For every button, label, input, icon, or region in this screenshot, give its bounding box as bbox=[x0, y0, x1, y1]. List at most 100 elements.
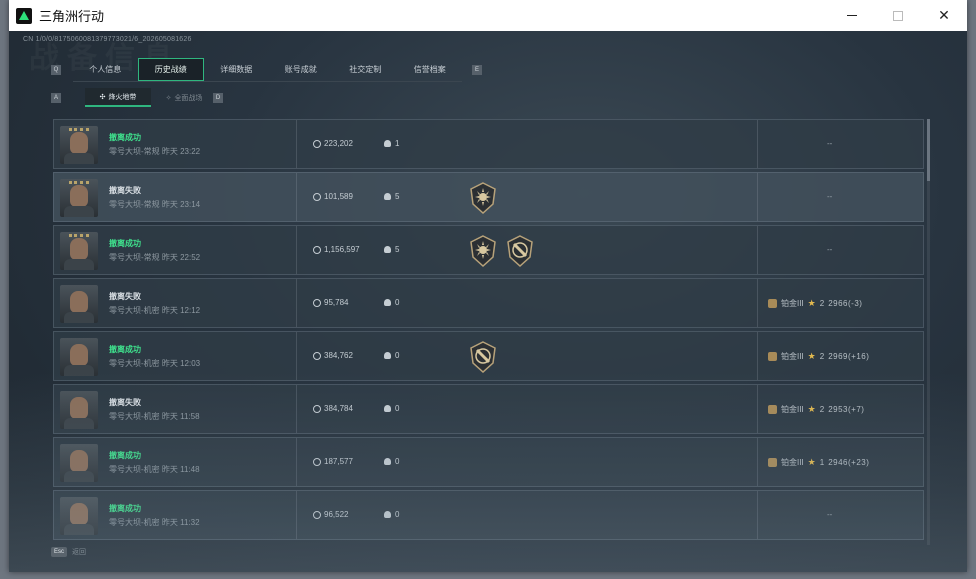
rank-info: 铂金III ★ 2 2969(+16) bbox=[768, 351, 869, 362]
operator-avatar bbox=[60, 179, 98, 217]
kill-count: 0 bbox=[384, 351, 399, 360]
map-and-time: 零号大坝-机密 昨天 11:48 bbox=[109, 465, 200, 474]
tab-5[interactable]: 社交定制 bbox=[333, 58, 398, 81]
rank-score: 2969(+16) bbox=[828, 352, 870, 361]
coin-icon bbox=[313, 192, 321, 201]
avatar-body bbox=[64, 153, 94, 164]
esc-key-hint: Esc bbox=[51, 547, 68, 557]
match-row[interactable]: 撤离成功 零号大坝-常规 昨天 23:22 223,202 1 -- bbox=[53, 119, 924, 169]
rank-score: 2953(+7) bbox=[828, 405, 865, 414]
loot-value-text: 95,784 bbox=[324, 298, 349, 307]
tab-6[interactable]: 信誉档案 bbox=[398, 58, 463, 81]
close-button[interactable]: ✕ bbox=[921, 0, 967, 31]
rank-score: 2946(+23) bbox=[828, 458, 870, 467]
match-row[interactable]: 撤离失败 零号大坝-机密 昨天 12:12 95,784 0 铂金III ★ 2 2966(-… bbox=[53, 278, 924, 328]
rank-tier-icon bbox=[768, 458, 777, 467]
map-and-time: 零号大坝-机密 昨天 12:03 bbox=[109, 359, 201, 368]
column-divider bbox=[296, 491, 297, 539]
column-divider bbox=[757, 438, 758, 486]
close-icon: ✕ bbox=[938, 7, 950, 23]
match-row[interactable]: 撤离成功 零号大坝-机密 昨天 12:03 384,762 0 铂金III ★ 2 2969(… bbox=[53, 331, 924, 381]
scrollbar-thumb[interactable] bbox=[927, 119, 930, 181]
kill-count: 0 bbox=[384, 510, 399, 519]
column-divider bbox=[296, 120, 297, 168]
next-subtab-key[interactable]: D bbox=[213, 93, 223, 103]
kill-count-text: 5 bbox=[395, 245, 400, 254]
tab-1[interactable]: 个人信息 bbox=[73, 58, 138, 81]
tab-3[interactable]: 详细数据 bbox=[204, 58, 269, 81]
kill-count: 5 bbox=[384, 192, 399, 201]
operator-avatar bbox=[60, 444, 98, 482]
coin-icon bbox=[313, 510, 321, 519]
kill-count-text: 1 bbox=[395, 139, 400, 148]
rank-tier-icon bbox=[768, 299, 777, 308]
kill-count-text: 0 bbox=[395, 457, 400, 466]
star-icon: ★ bbox=[807, 457, 816, 467]
match-row[interactable]: 撤离成功 零号大坝-机密 昨天 11:48 187,577 0 铂金III ★ 1 2946(… bbox=[53, 437, 924, 487]
avatar-body bbox=[64, 206, 94, 217]
skull-icon bbox=[384, 299, 391, 306]
column-divider bbox=[757, 491, 758, 539]
loot-value: 187,577 bbox=[313, 457, 353, 466]
rank-level: 2 bbox=[819, 299, 825, 308]
main-tabs: 个人信息 历史战绩 详细数据 账号成就 社交定制 信誉档案 bbox=[73, 58, 462, 82]
avatar-head bbox=[70, 132, 88, 154]
prev-subtab-key[interactable]: A bbox=[51, 93, 61, 103]
column-divider bbox=[757, 120, 758, 168]
operator-avatar bbox=[60, 338, 98, 376]
skull-icon bbox=[384, 405, 391, 412]
slash-badge-icon[interactable] bbox=[506, 235, 534, 268]
tab-2[interactable]: 历史战绩 bbox=[137, 58, 204, 81]
avatar-head bbox=[70, 185, 88, 207]
map-and-time: 零号大坝-机密 昨天 12:12 bbox=[109, 306, 201, 315]
column-divider bbox=[296, 173, 297, 221]
match-row[interactable]: 撤离失败 零号大坝-机密 昨天 11:58 384,784 0 铂金III ★ 2 2953(… bbox=[53, 384, 924, 434]
minimize-icon bbox=[847, 15, 857, 16]
mode-icon: ✧ bbox=[165, 94, 172, 102]
sun-badge-icon[interactable] bbox=[469, 182, 497, 215]
skull-icon bbox=[384, 140, 391, 147]
extraction-result: 撤离成功 bbox=[109, 239, 141, 248]
slash-badge-icon[interactable] bbox=[469, 341, 497, 374]
column-divider bbox=[296, 279, 297, 327]
footer-back[interactable]: Esc 返回 bbox=[51, 547, 86, 557]
rank-tier: 铂金III bbox=[781, 405, 804, 414]
loot-value: 101,589 bbox=[313, 192, 353, 201]
kill-count: 1 bbox=[384, 139, 399, 148]
prev-tab-key[interactable]: Q bbox=[51, 65, 61, 75]
loot-value: 223,202 bbox=[313, 139, 353, 148]
column-divider bbox=[296, 385, 297, 433]
avatar-body bbox=[64, 312, 94, 323]
minimize-button[interactable] bbox=[829, 0, 875, 31]
match-row[interactable]: 撤离成功 零号大坝-机密 昨天 11:32 96,522 0 -- bbox=[53, 490, 924, 540]
column-divider bbox=[757, 385, 758, 433]
match-row[interactable]: 撤离成功 零号大坝-常规 昨天 22:52 1,156,597 5 -- bbox=[53, 225, 924, 275]
loot-value-text: 96,522 bbox=[324, 510, 349, 519]
subtab-1[interactable]: ✣ 烽火地带 bbox=[85, 88, 151, 107]
list-scrollbar[interactable] bbox=[927, 119, 930, 545]
extraction-result: 撤离成功 bbox=[109, 504, 141, 513]
operator-avatar bbox=[60, 391, 98, 429]
app-logo-icon bbox=[16, 7, 32, 24]
next-tab-key[interactable]: E bbox=[472, 65, 482, 75]
sun-badge-icon[interactable] bbox=[469, 235, 497, 268]
back-label: 返回 bbox=[72, 549, 87, 556]
extraction-result: 撤离成功 bbox=[109, 451, 141, 460]
kill-count: 0 bbox=[384, 457, 399, 466]
loot-value: 384,762 bbox=[313, 351, 353, 360]
subtab-2[interactable]: ✧ 全面战场 bbox=[151, 88, 217, 107]
match-row[interactable]: 撤离失败 零号大坝-常规 昨天 23:14 101,589 5 -- bbox=[53, 172, 924, 222]
tab-4[interactable]: 账号成就 bbox=[269, 58, 334, 81]
map-and-time: 零号大坝-常规 昨天 23:14 bbox=[109, 200, 201, 209]
rank-empty: -- bbox=[827, 139, 833, 148]
maximize-button[interactable] bbox=[875, 0, 921, 31]
kill-count-text: 5 bbox=[395, 192, 400, 201]
loot-value-text: 223,202 bbox=[324, 139, 353, 148]
kill-count-text: 0 bbox=[395, 351, 400, 360]
column-divider bbox=[757, 279, 758, 327]
skull-icon bbox=[384, 511, 391, 518]
extraction-result: 撤离失败 bbox=[109, 292, 141, 301]
loot-value-text: 187,577 bbox=[324, 457, 353, 466]
rank-tier: 铂金III bbox=[781, 352, 804, 361]
window-title: 三角洲行动 bbox=[39, 9, 105, 24]
